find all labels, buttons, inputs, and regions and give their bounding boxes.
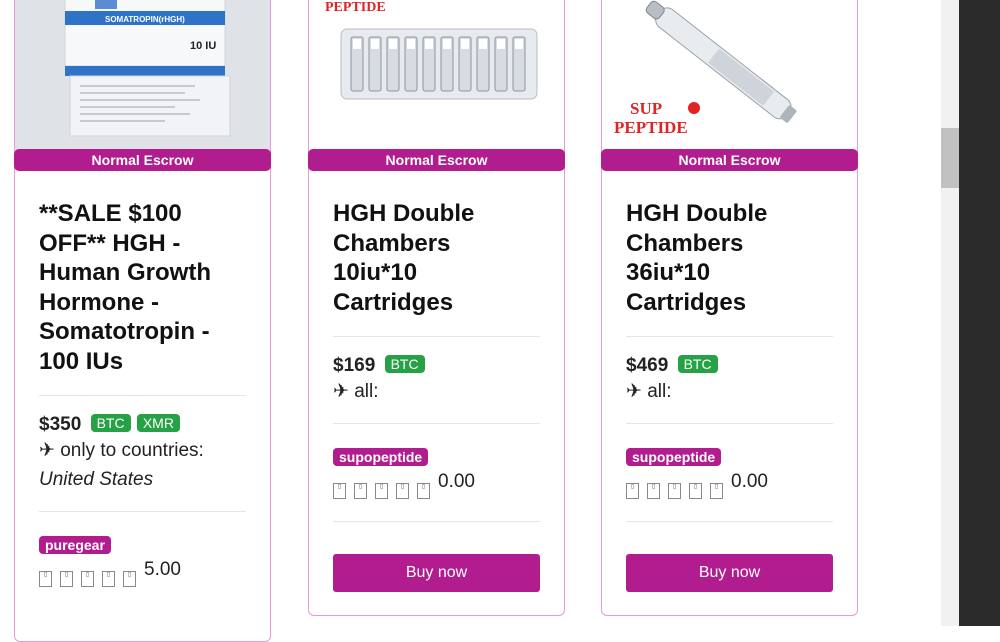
star-icon: ▯ xyxy=(647,483,660,499)
price: $350 xyxy=(39,414,82,435)
product-card[interactable]: SOMATROPIN(rHGH) 10 IU Normal Escrow **S… xyxy=(14,0,271,642)
star-icon: ▯ xyxy=(396,483,409,499)
shipping-text: all: xyxy=(354,381,379,402)
star-icon: ▯ xyxy=(354,483,367,499)
currency-badge-btc: BTC xyxy=(90,414,131,432)
shipping-info: ✈ only to countries: xyxy=(39,436,246,465)
divider xyxy=(626,521,833,522)
star-icon: ▯ xyxy=(81,571,94,587)
star-icon: ▯ xyxy=(710,483,723,499)
vendor-badge[interactable]: supopeptide xyxy=(333,448,429,466)
buy-now-button[interactable]: Buy now xyxy=(626,554,833,592)
divider xyxy=(39,511,246,512)
currency-badge-btc: BTC xyxy=(384,355,425,373)
product-image[interactable]: PEPTIDE xyxy=(309,0,564,161)
product-title[interactable]: HGH Double Chambers 36iu*10 Cartridges xyxy=(626,199,833,317)
price-row: $169 BTC xyxy=(333,355,540,377)
divider xyxy=(626,336,833,337)
side-panel xyxy=(959,0,1000,626)
divider xyxy=(626,423,833,424)
star-icon: ▯ xyxy=(333,483,346,499)
escrow-badge: Normal Escrow xyxy=(308,149,565,171)
star-icon: ▯ xyxy=(668,483,681,499)
escrow-badge: Normal Escrow xyxy=(14,149,271,171)
scrollbar-track[interactable] xyxy=(941,0,959,626)
divider xyxy=(333,423,540,424)
buy-now-button[interactable]: Buy now xyxy=(333,554,540,592)
star-icon: ▯ xyxy=(417,483,430,499)
star-icon: ▯ xyxy=(626,483,639,499)
image-dose: 10 IU xyxy=(190,40,216,52)
product-image[interactable]: SOMATROPIN(rHGH) 10 IU xyxy=(15,0,270,161)
shipping-text: all: xyxy=(647,381,672,402)
shipping-info: ✈ all: xyxy=(333,377,540,406)
star-icon: ▯ xyxy=(102,571,115,587)
rating-value: 0.00 xyxy=(731,471,768,492)
star-icon: ▯ xyxy=(689,483,702,499)
rating-row: ▯ ▯ ▯ ▯ ▯ 5.00 xyxy=(39,559,246,587)
product-title[interactable]: HGH Double Chambers 10iu*10 Cartridges xyxy=(333,199,540,317)
product-card[interactable]: PEPTIDE Normal Escrow HGH Double Chamber… xyxy=(308,0,565,616)
price: $469 xyxy=(626,355,669,376)
scrollbar-thumb[interactable] xyxy=(941,128,959,188)
rating-row: ▯ ▯ ▯ ▯ ▯ 0.00 xyxy=(333,471,540,499)
shipping-countries: United States xyxy=(39,469,154,490)
plane-icon: ✈ xyxy=(39,440,55,461)
star-icon: ▯ xyxy=(60,571,73,587)
vendor-badge[interactable]: supopeptide xyxy=(626,448,722,466)
image-label: SOMATROPIN(rHGH) xyxy=(105,15,185,24)
vendor-badge[interactable]: puregear xyxy=(39,536,111,554)
currency-badge-xmr: XMR xyxy=(136,414,180,432)
rating-row: ▯ ▯ ▯ ▯ ▯ 0.00 xyxy=(626,471,833,499)
price-row: $350 BTC XMR xyxy=(39,414,246,436)
divider xyxy=(333,521,540,522)
product-card[interactable]: SUP PEPTIDE Normal Escrow HGH Double Cha… xyxy=(601,0,858,616)
product-title[interactable]: **SALE $100 OFF** HGH - Human Growth Hor… xyxy=(39,199,246,376)
escrow-badge: Normal Escrow xyxy=(601,149,858,171)
product-image[interactable]: SUP PEPTIDE xyxy=(602,0,857,161)
rating-value: 5.00 xyxy=(144,559,181,580)
star-icon: ▯ xyxy=(123,571,136,587)
shipping-info: ✈ all: xyxy=(626,377,833,406)
currency-badge-btc: BTC xyxy=(677,355,718,373)
shipping-text: only to countries: xyxy=(60,440,204,461)
price: $169 xyxy=(333,355,376,376)
plane-icon: ✈ xyxy=(626,381,642,402)
brand-text: PEPTIDE xyxy=(325,0,386,15)
rating-value: 0.00 xyxy=(438,471,475,492)
brand-text-bottom: PEPTIDE xyxy=(614,118,688,137)
price-row: $469 BTC xyxy=(626,355,833,377)
divider xyxy=(333,336,540,337)
star-icon: ▯ xyxy=(39,571,52,587)
plane-icon: ✈ xyxy=(333,381,349,402)
divider xyxy=(39,395,246,396)
brand-text-top: SUP xyxy=(630,99,662,118)
star-icon: ▯ xyxy=(375,483,388,499)
